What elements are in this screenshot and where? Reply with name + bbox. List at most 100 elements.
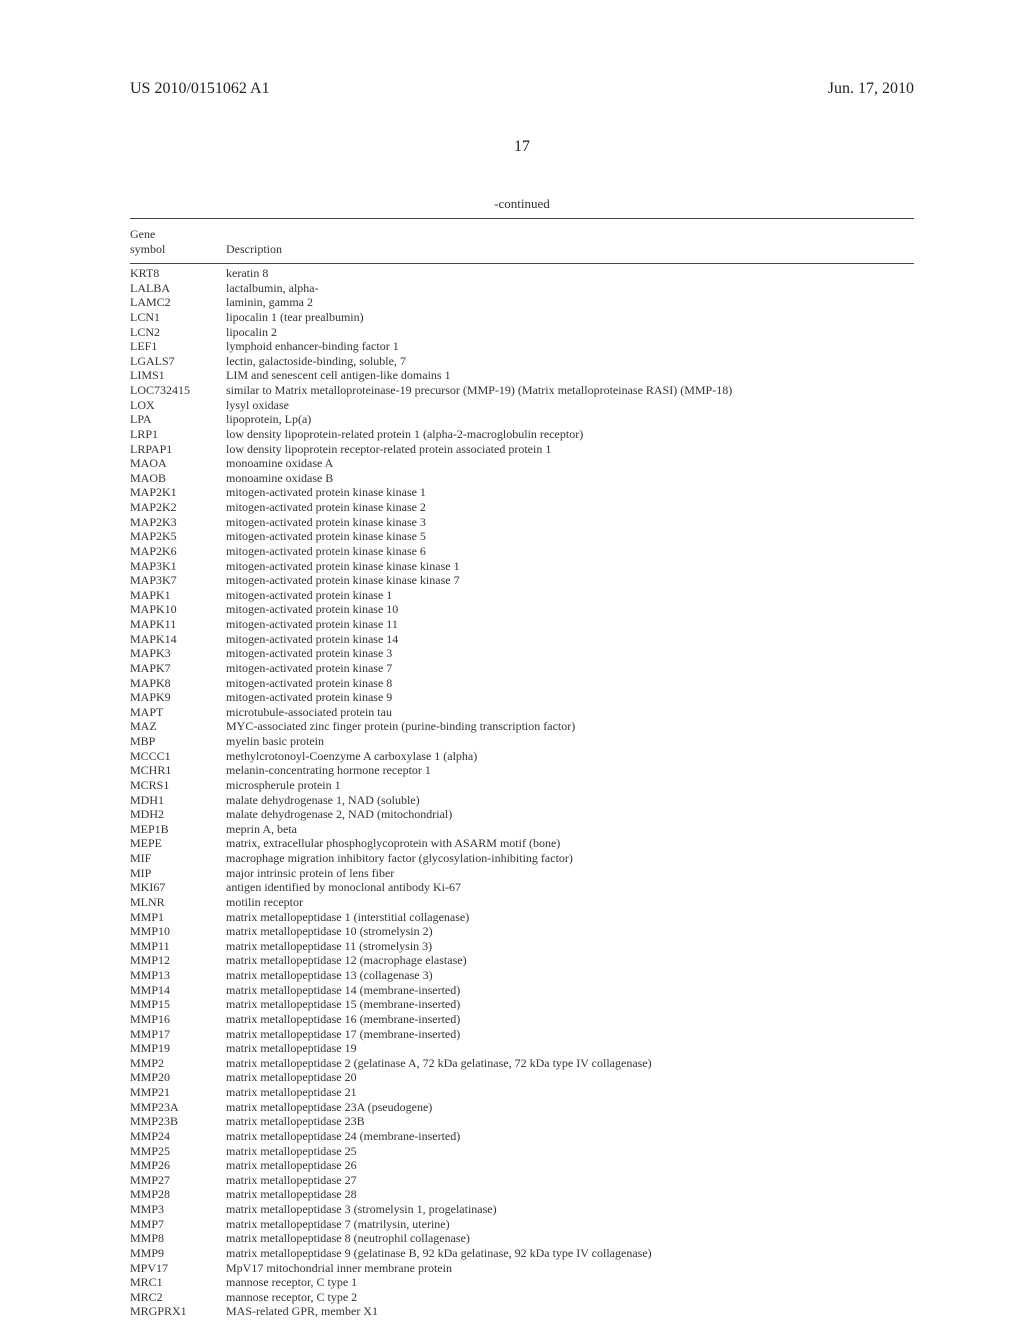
- gene-symbol-cell: LOC732415: [130, 383, 226, 398]
- gene-description-cell: mitogen-activated protein kinase 3: [226, 646, 914, 661]
- table-row: MRC2mannose receptor, C type 2: [130, 1290, 914, 1305]
- gene-symbol-cell: MAPK1: [130, 588, 226, 603]
- table-row: MMP27matrix metallopeptidase 27: [130, 1173, 914, 1188]
- table-row: MEPEmatrix, extracellular phosphoglycopr…: [130, 836, 914, 851]
- gene-table-body: KRT8keratin 8LALBAlactalbumin, alpha-LAM…: [130, 266, 914, 1319]
- table-row: MCRS1microspherule protein 1: [130, 778, 914, 793]
- gene-description-cell: mannose receptor, C type 2: [226, 1290, 914, 1305]
- gene-description-cell: lipocalin 1 (tear prealbumin): [226, 310, 914, 325]
- table-row: LGALS7lectin, galactoside-binding, solub…: [130, 354, 914, 369]
- table-row: MMP13matrix metallopeptidase 13 (collage…: [130, 968, 914, 983]
- gene-symbol-cell: MAPK14: [130, 632, 226, 647]
- table-row: MMP10matrix metallopeptidase 10 (stromel…: [130, 924, 914, 939]
- table-row: MMP23Amatrix metallopeptidase 23A (pseud…: [130, 1100, 914, 1115]
- gene-symbol-cell: MIF: [130, 851, 226, 866]
- gene-symbol-cell: MMP23B: [130, 1114, 226, 1129]
- gene-symbol-cell: MMP11: [130, 939, 226, 954]
- table-row: MMP11matrix metallopeptidase 11 (stromel…: [130, 939, 914, 954]
- gene-description-cell: mitogen-activated protein kinase kinase …: [226, 515, 914, 530]
- gene-symbol-cell: LEF1: [130, 339, 226, 354]
- table-top-rule: [130, 218, 914, 219]
- gene-symbol-cell: MKI67: [130, 880, 226, 895]
- gene-description-cell: mitogen-activated protein kinase 9: [226, 690, 914, 705]
- gene-symbol-cell: MAPK8: [130, 676, 226, 691]
- table-row: MMP19matrix metallopeptidase 19: [130, 1041, 914, 1056]
- table-row: MEP1Bmeprin A, beta: [130, 822, 914, 837]
- table-row: LALBAlactalbumin, alpha-: [130, 281, 914, 296]
- table-row: LPAlipoprotein, Lp(a): [130, 412, 914, 427]
- gene-symbol-cell: MRGPRX1: [130, 1304, 226, 1319]
- gene-description-cell: monoamine oxidase B: [226, 471, 914, 486]
- gene-symbol-cell: MDH2: [130, 807, 226, 822]
- gene-symbol-cell: MAPK9: [130, 690, 226, 705]
- gene-description-cell: matrix metallopeptidase 26: [226, 1158, 914, 1173]
- gene-description-cell: similar to Matrix metalloproteinase-19 p…: [226, 383, 914, 398]
- gene-description-cell: matrix metallopeptidase 28: [226, 1187, 914, 1202]
- gene-symbol-cell: MMP13: [130, 968, 226, 983]
- gene-description-cell: malate dehydrogenase 2, NAD (mitochondri…: [226, 807, 914, 822]
- gene-table: -continued Gene symbol Description KRT8k…: [130, 196, 914, 1319]
- gene-symbol-cell: MAPT: [130, 705, 226, 720]
- table-row: MAP2K3mitogen-activated protein kinase k…: [130, 515, 914, 530]
- gene-symbol-cell: MLNR: [130, 895, 226, 910]
- gene-symbol-cell: MEPE: [130, 836, 226, 851]
- gene-symbol-cell: MMP21: [130, 1085, 226, 1100]
- gene-symbol-cell: LRP1: [130, 427, 226, 442]
- table-row: MPV17MpV17 mitochondrial inner membrane …: [130, 1261, 914, 1276]
- table-row: MMP7matrix metallopeptidase 7 (matrilysi…: [130, 1217, 914, 1232]
- gene-symbol-cell: MMP12: [130, 953, 226, 968]
- gene-symbol-cell: LALBA: [130, 281, 226, 296]
- gene-symbol-cell: MAP3K7: [130, 573, 226, 588]
- gene-description-cell: mitogen-activated protein kinase kinase …: [226, 500, 914, 515]
- gene-description-cell: mitogen-activated protein kinase kinase …: [226, 559, 914, 574]
- gene-symbol-cell: MRC2: [130, 1290, 226, 1305]
- gene-description-cell: matrix metallopeptidase 10 (stromelysin …: [226, 924, 914, 939]
- table-row: MRC1mannose receptor, C type 1: [130, 1275, 914, 1290]
- table-row: MMP8matrix metallopeptidase 8 (neutrophi…: [130, 1231, 914, 1246]
- gene-description-cell: MAS-related GPR, member X1: [226, 1304, 914, 1319]
- gene-description-cell: mitogen-activated protein kinase 1: [226, 588, 914, 603]
- gene-description-cell: lipoprotein, Lp(a): [226, 412, 914, 427]
- gene-description-cell: mitogen-activated protein kinase 14: [226, 632, 914, 647]
- table-row: MMP9matrix metallopeptidase 9 (gelatinas…: [130, 1246, 914, 1261]
- table-row: MCHR1melanin-concentrating hormone recep…: [130, 763, 914, 778]
- table-row: LOXlysyl oxidase: [130, 398, 914, 413]
- gene-symbol-cell: MMP15: [130, 997, 226, 1012]
- gene-symbol-cell: MEP1B: [130, 822, 226, 837]
- table-row: MAP2K1mitogen-activated protein kinase k…: [130, 485, 914, 500]
- gene-symbol-cell: MAP2K5: [130, 529, 226, 544]
- gene-description-cell: matrix metallopeptidase 17 (membrane-ins…: [226, 1027, 914, 1042]
- table-row: MMP21matrix metallopeptidase 21: [130, 1085, 914, 1100]
- gene-symbol-cell: MIP: [130, 866, 226, 881]
- gene-description-cell: mitogen-activated protein kinase 8: [226, 676, 914, 691]
- gene-description-cell: matrix, extracellular phosphoglycoprotei…: [226, 836, 914, 851]
- gene-description-cell: mitogen-activated protein kinase kinase …: [226, 573, 914, 588]
- gene-description-cell: low density lipoprotein receptor-related…: [226, 442, 914, 457]
- table-row: LEF1lymphoid enhancer-binding factor 1: [130, 339, 914, 354]
- gene-description-cell: lipocalin 2: [226, 325, 914, 340]
- gene-description-cell: microspherule protein 1: [226, 778, 914, 793]
- gene-description-cell: LIM and senescent cell antigen-like doma…: [226, 368, 914, 383]
- gene-symbol-cell: MAOA: [130, 456, 226, 471]
- gene-description-cell: microtubule-associated protein tau: [226, 705, 914, 720]
- gene-symbol-cell: MAOB: [130, 471, 226, 486]
- table-row: MMP3matrix metallopeptidase 3 (stromelys…: [130, 1202, 914, 1217]
- gene-description-cell: melanin-concentrating hormone receptor 1: [226, 763, 914, 778]
- table-row: MAPK14mitogen-activated protein kinase 1…: [130, 632, 914, 647]
- col-header-gene-symbol: Gene symbol: [130, 227, 226, 257]
- gene-symbol-cell: MMP28: [130, 1187, 226, 1202]
- gene-symbol-cell: MMP3: [130, 1202, 226, 1217]
- gene-description-cell: lactalbumin, alpha-: [226, 281, 914, 296]
- table-row: MMP24matrix metallopeptidase 24 (membran…: [130, 1129, 914, 1144]
- gene-description-cell: matrix metallopeptidase 3 (stromelysin 1…: [226, 1202, 914, 1217]
- gene-symbol-cell: MAPK11: [130, 617, 226, 632]
- gene-symbol-cell: LCN2: [130, 325, 226, 340]
- gene-description-cell: malate dehydrogenase 1, NAD (soluble): [226, 793, 914, 808]
- gene-symbol-cell: MMP17: [130, 1027, 226, 1042]
- gene-description-cell: lymphoid enhancer-binding factor 1: [226, 339, 914, 354]
- gene-description-cell: MpV17 mitochondrial inner membrane prote…: [226, 1261, 914, 1276]
- gene-symbol-cell: MPV17: [130, 1261, 226, 1276]
- gene-symbol-cell: MCHR1: [130, 763, 226, 778]
- gene-symbol-cell: MAP2K2: [130, 500, 226, 515]
- gene-description-cell: matrix metallopeptidase 11 (stromelysin …: [226, 939, 914, 954]
